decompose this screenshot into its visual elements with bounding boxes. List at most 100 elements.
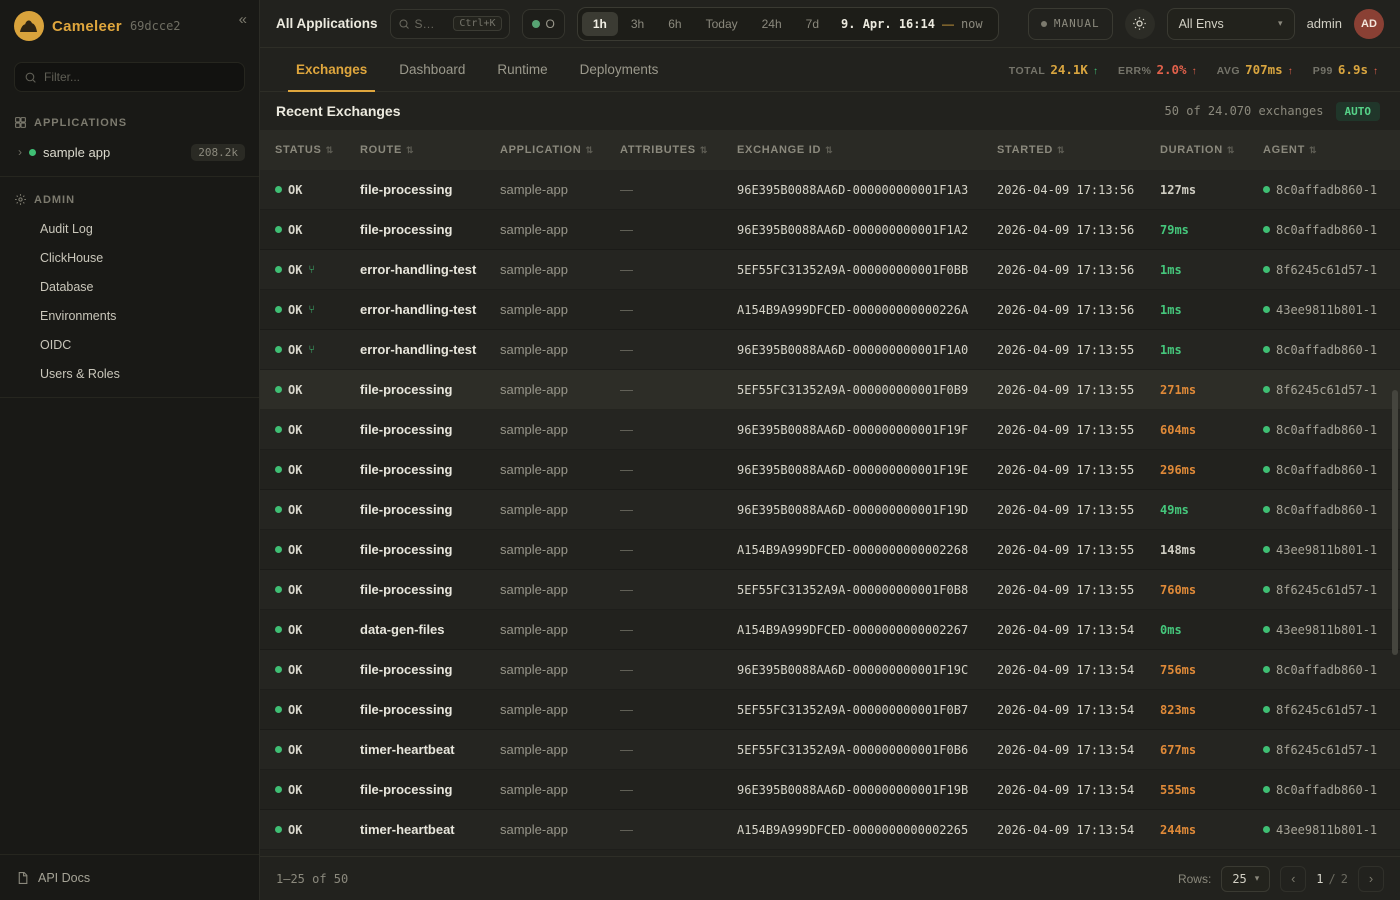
tab-bar: Exchanges Dashboard Runtime Deployments <box>280 48 674 91</box>
agent-cell: 8c0affadb860-1 <box>1263 503 1400 517</box>
time-range-button-1h[interactable]: 1h <box>582 12 618 36</box>
tab-exchanges[interactable]: Exchanges <box>280 48 383 91</box>
agent-status-dot <box>1263 546 1270 553</box>
stat-err-: ERR% 2.0% ↑ <box>1118 62 1197 77</box>
row-application: sample-app <box>500 302 620 317</box>
admin-nav-item-users-roles[interactable]: Users & Roles <box>0 359 259 388</box>
page-separator: / <box>1329 872 1336 886</box>
table-row[interactable]: OK file-processing sample-app — 96E395B0… <box>260 210 1400 250</box>
admin-nav-item-database[interactable]: Database <box>0 272 259 301</box>
section-title: Recent Exchanges <box>276 103 401 119</box>
date-range-to: now <box>961 17 983 31</box>
admin-nav-item-oidc[interactable]: OIDC <box>0 330 259 359</box>
table-row[interactable]: OK file-processing sample-app — A154B9A9… <box>260 530 1400 570</box>
column-label: ROUTE <box>360 144 402 156</box>
sidebar-item-sample-app[interactable]: › sample app 208.2k <box>0 137 259 167</box>
admin-nav-item-audit-log[interactable]: Audit Log <box>0 214 259 243</box>
avatar[interactable]: AD <box>1354 9 1384 39</box>
table-row[interactable]: OK data-gen-files sample-app — A154B9A99… <box>260 610 1400 650</box>
row-started: 2026-04-09 17:13:55 <box>997 503 1160 517</box>
tab-dashboard[interactable]: Dashboard <box>383 48 481 91</box>
admin-nav-item-clickhouse[interactable]: ClickHouse <box>0 243 259 272</box>
table-row[interactable]: OK file-processing sample-app — 5EF55FC3… <box>260 690 1400 730</box>
sidebar-filter-input[interactable] <box>44 70 235 84</box>
sidebar-collapse-button[interactable]: « <box>239 11 247 28</box>
table-row[interactable]: OK file-processing sample-app — 96E395B0… <box>260 410 1400 450</box>
environment-select-value: All Envs <box>1179 17 1224 31</box>
time-range-button-7d[interactable]: 7d <box>795 12 830 36</box>
status-cell: OK ⑂ <box>275 303 360 317</box>
agent-cell: 8f6245c61d57-1 <box>1263 703 1400 717</box>
column-header-exchange-id[interactable]: EXCHANGE ID ⇅ <box>737 144 997 156</box>
time-range-button-today[interactable]: Today <box>695 12 749 36</box>
column-header-started[interactable]: STARTED ⇅ <box>997 144 1160 156</box>
stat-trend-icon: ↑ <box>1373 66 1378 77</box>
column-header-status[interactable]: STATUS ⇅ <box>275 144 360 156</box>
column-header-duration[interactable]: DURATION ⇅ <box>1160 144 1263 156</box>
environment-select[interactable]: All Envs ▾ <box>1167 8 1295 40</box>
tab-deployments[interactable]: Deployments <box>564 48 675 91</box>
time-range-button-24h[interactable]: 24h <box>751 12 793 36</box>
table-row[interactable]: OK timer-heartbeat sample-app — A154B9A9… <box>260 810 1400 850</box>
main-content: All Applications Ctrl+K O 1h 3h 6h Today… <box>260 0 1400 900</box>
row-attributes: — <box>620 582 737 597</box>
document-icon <box>16 871 29 885</box>
status-cell: OK ⑂ <box>275 263 360 277</box>
next-page-button[interactable]: › <box>1358 866 1384 892</box>
column-header-route[interactable]: ROUTE ⇅ <box>360 144 500 156</box>
agent-status-dot <box>1263 706 1270 713</box>
theme-toggle-button[interactable] <box>1125 9 1155 39</box>
auto-refresh-badge[interactable]: AUTO <box>1336 102 1381 121</box>
table-row[interactable]: OK file-processing sample-app — 96E395B0… <box>260 170 1400 210</box>
agent-status-dot <box>1263 586 1270 593</box>
row-agent-label: 8c0affadb860-1 <box>1276 663 1377 677</box>
status-ok-dot <box>275 706 282 713</box>
agent-status-dot <box>1263 346 1270 353</box>
time-range-button-6h[interactable]: 6h <box>657 12 692 36</box>
prev-page-button[interactable]: ‹ <box>1280 866 1306 892</box>
api-docs-link[interactable]: API Docs <box>0 854 259 900</box>
chevron-right-icon: › <box>18 145 22 159</box>
table-scrollbar-thumb[interactable] <box>1392 390 1398 655</box>
row-route: timer-heartbeat <box>360 822 500 837</box>
column-header-agent[interactable]: AGENT ⇅ <box>1263 144 1400 156</box>
tab-runtime[interactable]: Runtime <box>481 48 563 91</box>
table-row[interactable]: OK file-processing sample-app — 5EF55FC3… <box>260 570 1400 610</box>
table-row[interactable]: OK timer-heartbeat sample-app — 5EF55FC3… <box>260 730 1400 770</box>
table-row[interactable]: OK file-processing sample-app — 96E395B0… <box>260 490 1400 530</box>
status-cell: OK <box>275 543 360 557</box>
admin-nav-item-environments[interactable]: Environments <box>0 301 259 330</box>
agent-cell: 8c0affadb860-1 <box>1263 343 1400 357</box>
row-attributes: — <box>620 182 737 197</box>
applications-section-header: APPLICATIONS <box>0 104 259 137</box>
rows-per-page-select[interactable]: 25 ▾ <box>1221 866 1270 892</box>
row-status-label: OK <box>288 223 302 237</box>
errors-toggle-dot <box>532 20 540 28</box>
row-duration: 0ms <box>1160 623 1263 637</box>
column-label: ATTRIBUTES <box>620 144 696 156</box>
manual-refresh-button[interactable]: MANUAL <box>1028 8 1113 40</box>
row-route: file-processing <box>360 582 500 597</box>
date-range-display[interactable]: 9. Apr. 16:14 — now <box>830 17 994 31</box>
table-row[interactable]: OK ⑂ error-handling-test sample-app — 5E… <box>260 250 1400 290</box>
column-label: AGENT <box>1263 144 1305 156</box>
row-route: file-processing <box>360 502 500 517</box>
row-agent-label: 8f6245c61d57-1 <box>1276 743 1377 757</box>
row-application: sample-app <box>500 382 620 397</box>
admin-section-header: ADMIN <box>0 181 259 214</box>
table-row[interactable]: OK ⑂ error-handling-test sample-app — A1… <box>260 290 1400 330</box>
table-row[interactable]: OK file-processing sample-app — 5EF55FC3… <box>260 370 1400 410</box>
column-header-application[interactable]: APPLICATION ⇅ <box>500 144 620 156</box>
time-range-button-3h[interactable]: 3h <box>620 12 655 36</box>
table-row[interactable]: OK file-processing sample-app — 96E395B0… <box>260 450 1400 490</box>
row-attributes: — <box>620 782 737 797</box>
global-search-input[interactable] <box>415 17 449 31</box>
table-row[interactable]: OK ⑂ error-handling-test sample-app — 96… <box>260 330 1400 370</box>
table-row[interactable]: OK file-processing sample-app — 96E395B0… <box>260 650 1400 690</box>
column-label: APPLICATION <box>500 144 581 156</box>
column-header-attributes[interactable]: ATTRIBUTES ⇅ <box>620 144 737 156</box>
agent-cell: 8c0affadb860-1 <box>1263 663 1400 677</box>
errors-only-toggle[interactable]: O <box>522 9 565 39</box>
agent-status-dot <box>1263 506 1270 513</box>
table-row[interactable]: OK file-processing sample-app — 96E395B0… <box>260 770 1400 810</box>
